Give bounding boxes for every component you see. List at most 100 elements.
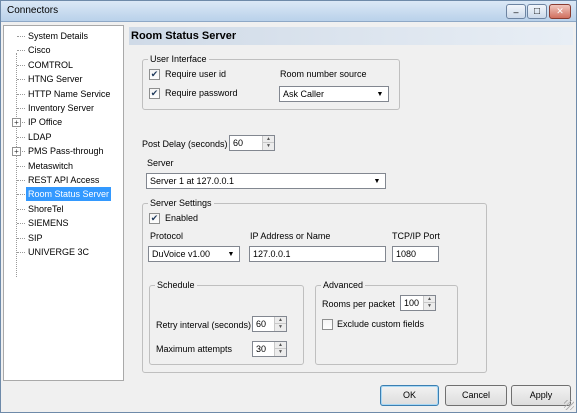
spin-down-icon[interactable]: ▼ [262,143,274,150]
spin-up-icon[interactable]: ▲ [274,317,286,324]
server-settings-legend: Server Settings [148,198,214,209]
tcp-port-input[interactable]: 1080 [392,246,439,262]
exclude-custom-fields-label: Exclude custom fields [337,319,425,329]
maximize-button[interactable]: □ [527,4,547,19]
expand-icon[interactable]: + [12,118,21,128]
sidebar-item-label: COMTROL [28,59,73,70]
sidebar-item-shoretel[interactable]: ShoreTel [4,202,123,216]
ok-button[interactable]: OK [380,385,439,406]
tcp-port-label: TCP/IP Port [392,231,440,241]
spin-up-icon[interactable]: ▲ [423,296,435,303]
tree-connector [17,208,25,210]
sidebar-item-label: LDAP [28,131,52,142]
rooms-per-packet-stepper[interactable]: 100 ▲ ▼ [400,295,436,311]
sidebar-item-ldap[interactable]: LDAP [4,130,123,144]
spin-down-icon[interactable]: ▼ [274,324,286,331]
sidebar-item-comtrol[interactable]: COMTROL [4,58,123,72]
tree-connector [17,108,25,109]
apply-button[interactable]: Apply [511,385,571,406]
dropdown-arrow-icon: ▼ [227,250,235,258]
rooms-per-packet-label: Rooms per packet [322,299,396,309]
ip-address-label: IP Address or Name [250,231,331,241]
tree-connector [17,36,25,37]
schedule-group: Schedule Retry interval (seconds) 60 ▲ ▼… [149,280,304,365]
room-number-source-value: Ask Caller [283,89,325,99]
cancel-button[interactable]: Cancel [445,385,507,406]
sidebar-item-room-status-server[interactable]: Room Status Server [4,187,123,202]
tree-connector [17,79,25,81]
rooms-per-packet-value: 100 [404,298,420,308]
sidebar-item-label: Cisco [28,45,51,56]
sidebar-item-label: HTNG Server [28,74,83,85]
server-label: Server [147,158,174,168]
sidebar-item-metaswitch[interactable]: Metaswitch [4,159,123,173]
exclude-custom-fields-checkbox[interactable] [322,319,333,330]
tree-connector [17,223,25,225]
dropdown-arrow-icon: ▼ [373,177,381,185]
sidebar-item-label: Inventory Server [28,103,95,113]
ip-address-input[interactable]: 127.0.0.1 [249,246,386,262]
window-title: Connectors [7,5,59,16]
user-interface-group: User Interface ✔ Require user id ✔ Requi… [142,54,400,110]
protocol-value: DuVoice v1.00 [152,249,211,259]
close-button[interactable]: ✕ [549,4,571,19]
advanced-group: Advanced Rooms per packet 100 ▲ ▼ Exclud… [315,280,458,365]
retry-interval-value: 60 [256,319,267,329]
sidebar-item-cisco[interactable]: Cisco [4,43,123,57]
require-password-label: Require password [165,88,238,98]
sidebar-item-sip[interactable]: SIP [4,231,123,245]
sidebar-item-univerge-3c[interactable]: UNIVERGE 3C [4,245,123,259]
require-password-checkbox[interactable]: ✔ [149,88,160,99]
sidebar-item-label: ShoreTel [28,203,64,214]
post-delay-value: 60 [233,138,244,148]
sidebar-item-pms-pass-through[interactable]: + PMS Pass-through [4,144,123,158]
sidebar-item-label: SIP [28,232,43,243]
retry-interval-stepper[interactable]: 60 ▲ ▼ [252,316,287,332]
sidebar-item-label: UNIVERGE 3C [28,247,90,257]
tree-connector [17,237,25,239]
sidebar-item-label: SIEMENS [28,218,69,229]
enabled-checkbox[interactable]: ✔ [149,213,160,224]
protocol-select[interactable]: DuVoice v1.00 ▼ [148,246,240,262]
spin-up-icon[interactable]: ▲ [274,342,286,349]
tree-connector [17,180,25,181]
connector-tree[interactable]: System Details Cisco COMTROL HTNG Server HTT… [3,25,124,381]
sidebar-item-label: REST API Access [28,175,100,185]
minimize-button[interactable]: – [506,4,526,19]
spin-down-icon[interactable]: ▼ [423,303,435,310]
maximum-attempts-value: 30 [256,344,267,354]
post-delay-stepper[interactable]: 60 ▲ ▼ [229,135,275,151]
tree-connector [17,93,25,95]
sidebar-item-http-name-service[interactable]: HTTP Name Service [4,87,123,101]
maximize-icon: □ [533,6,541,17]
server-select[interactable]: Server 1 at 127.0.0.1 ▼ [146,173,386,189]
require-user-id-checkbox[interactable]: ✔ [149,69,160,80]
room-number-source-label: Room number source [280,69,367,79]
tree-connector [17,64,25,66]
server-settings-group: Server Settings ✔ Enabled Protocol DuVoi… [142,198,487,373]
maximum-attempts-label: Maximum attempts [156,344,233,354]
advanced-legend: Advanced [321,280,366,291]
room-number-source-select[interactable]: Ask Caller ▼ [279,86,389,102]
tree-connector [17,136,25,138]
sidebar-item-siemens[interactable]: SIEMENS [4,216,123,230]
resize-grip-icon[interactable] [564,400,574,410]
spin-up-icon[interactable]: ▲ [262,136,274,143]
expand-icon[interactable]: + [12,147,21,157]
sidebar-item-ip-office[interactable]: + IP Office [4,115,123,129]
sidebar-item-inventory-server[interactable]: Inventory Server [4,101,123,115]
sidebar-item-system-details[interactable]: System Details [4,29,123,43]
enabled-label: Enabled [165,213,199,223]
post-delay-label: Post Delay (seconds) [142,139,228,149]
require-user-id-label: Require user id [165,69,227,79]
connectors-window: Connectors – □ ✕ System Details Cisco COMT… [0,0,577,413]
spin-down-icon[interactable]: ▼ [274,349,286,356]
maximum-attempts-stepper[interactable]: 30 ▲ ▼ [252,341,287,357]
sidebar-item-rest-api-access[interactable]: REST API Access [4,173,123,187]
tree-connector [17,165,25,167]
sidebar-item-label: PMS Pass-through [28,146,104,157]
sidebar-item-htng-server[interactable]: HTNG Server [4,72,123,86]
checkmark-icon: ✔ [150,88,159,98]
title-bar[interactable]: Connectors – □ ✕ [1,1,576,22]
sidebar-item-label: System Details [28,31,89,41]
